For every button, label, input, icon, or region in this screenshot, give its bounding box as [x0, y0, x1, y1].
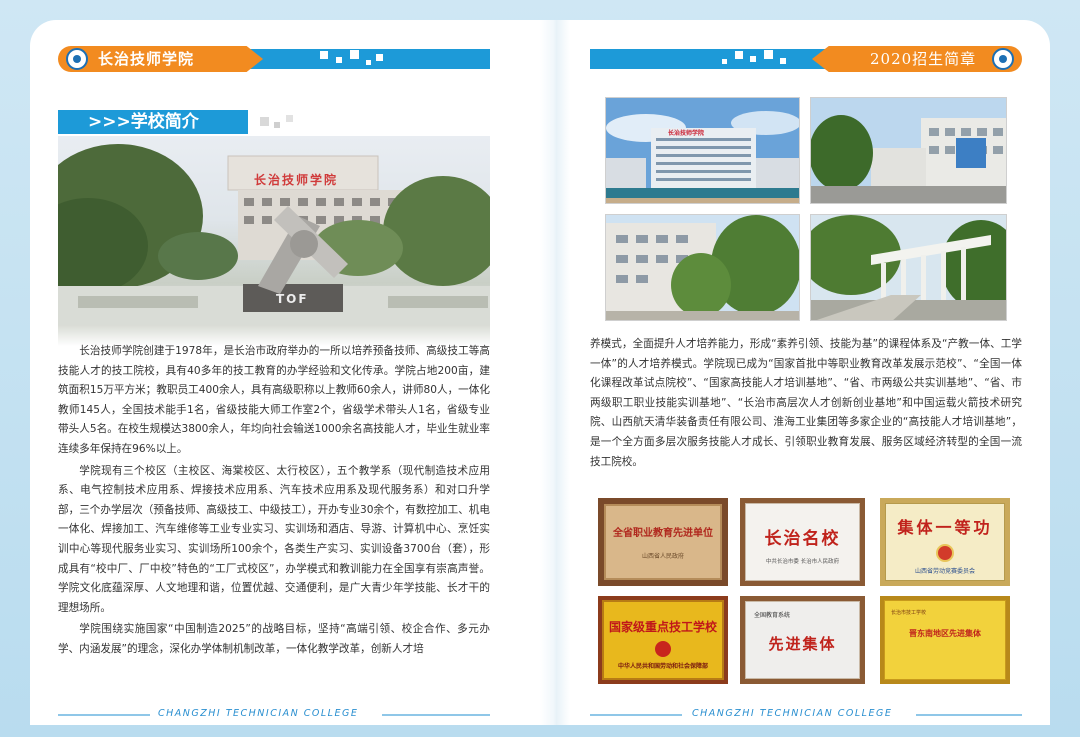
paragraph: 长治技师学院创建于1978年，是长治市政府举办的一所以培养预备技师、高级技工等高…: [58, 345, 490, 455]
emblem-icon: [655, 641, 671, 657]
certificate-title: 先进集体: [768, 635, 837, 653]
certificate-title: 全省职业教育先进单位: [613, 528, 713, 539]
paragraph: 学院现有三个校区（主校区、海棠校区、太行校区），五个教学系（现代制造技术应用系、…: [58, 464, 490, 614]
hero-sculpture-label: TOF: [276, 292, 309, 306]
section-title: >>>学校简介: [58, 110, 252, 139]
certificate-issuer: 中共长治市委 长治市人民政府: [765, 559, 840, 565]
certificate-title: 国家级重点技工学校: [608, 620, 717, 634]
certificate-title: 长治名校: [764, 529, 841, 549]
footer-rule: [58, 714, 150, 716]
left-body-text: 长治技师学院创建于1978年，是长治市政府举办的一所以培养预备技师、高级技工等高…: [58, 342, 490, 660]
school-logo-icon: [992, 48, 1014, 70]
campus-hero-photo: 长治技师学院 TOF: [58, 136, 490, 346]
certificate-plaque: 国家级重点技工学校 中华人民共和国劳动和社会保障部: [598, 596, 728, 684]
paragraph: 养模式，全面提升人才培养能力，形成“素养引领、技能为基”的课程体系及“产教一体、…: [590, 338, 1022, 468]
certificate-title: 晋东南地区先进集体: [909, 629, 981, 638]
page-gutter: [540, 20, 570, 725]
paragraph: 学院围绕实施国家“中国制造2025”的战略目标，坚持“高端引领、校企合作、多元办…: [58, 623, 490, 655]
footer-rule: [916, 714, 1022, 716]
left-header-bar: 长治技师学院: [58, 46, 490, 72]
left-footer: CHANGZHI TECHNICIAN COLLEGE: [158, 708, 359, 719]
right-footer: CHANGZHI TECHNICIAN COLLEGE: [692, 708, 893, 719]
certificate-issuer: 中华人民共和国劳动和社会保障部: [617, 663, 708, 670]
footer-rule: [382, 714, 490, 716]
certificate-issuer: 全国教育系统: [754, 612, 791, 619]
left-header-title: 长治技师学院: [58, 46, 263, 72]
certificate-plaque: 长治市技工学校 晋东南地区先进集体: [880, 596, 1010, 684]
campus-photo-3: [605, 214, 800, 321]
campus-photo-2: [810, 97, 1007, 204]
certificate-issuer: 长治市技工学校: [891, 610, 927, 616]
certificate-plaque: 全省职业教育先进单位 山西省人民政府: [598, 498, 728, 586]
campus-photo-sign: 长治技师学院: [668, 130, 705, 137]
right-header-bar: 2020招生简章: [590, 46, 1022, 72]
footer-rule: [590, 714, 682, 716]
certificate-issuer: 山西省劳动竞赛委员会: [914, 568, 975, 575]
right-header-title: 2020招生简章: [812, 46, 1022, 72]
campus-photo-1: 长治技师学院: [605, 97, 800, 204]
hero-building-sign: 长治技师学院: [254, 173, 339, 187]
campus-photo-4: [810, 214, 1007, 321]
brochure-spread: 长治技师学院 2020招生简章 >>>学校简介 长治技师学院 TOF 长治技师学…: [30, 20, 1050, 725]
certificate-plaque: 长治名校 中共长治市委 长治市人民政府: [740, 498, 865, 586]
certificate-plaque: 集体一等功 山西省劳动竞赛委员会: [880, 498, 1010, 586]
certificate-issuer: 山西省人民政府: [641, 553, 684, 560]
emblem-icon: [936, 544, 954, 562]
certificate-title: 集体一等功: [897, 518, 993, 537]
school-logo-icon: [66, 48, 88, 70]
certificate-plaque: 全国教育系统 先进集体: [740, 596, 865, 684]
right-body-text: 养模式，全面提升人才培养能力，形成“素养引领、技能为基”的课程体系及“产教一体、…: [590, 335, 1022, 472]
